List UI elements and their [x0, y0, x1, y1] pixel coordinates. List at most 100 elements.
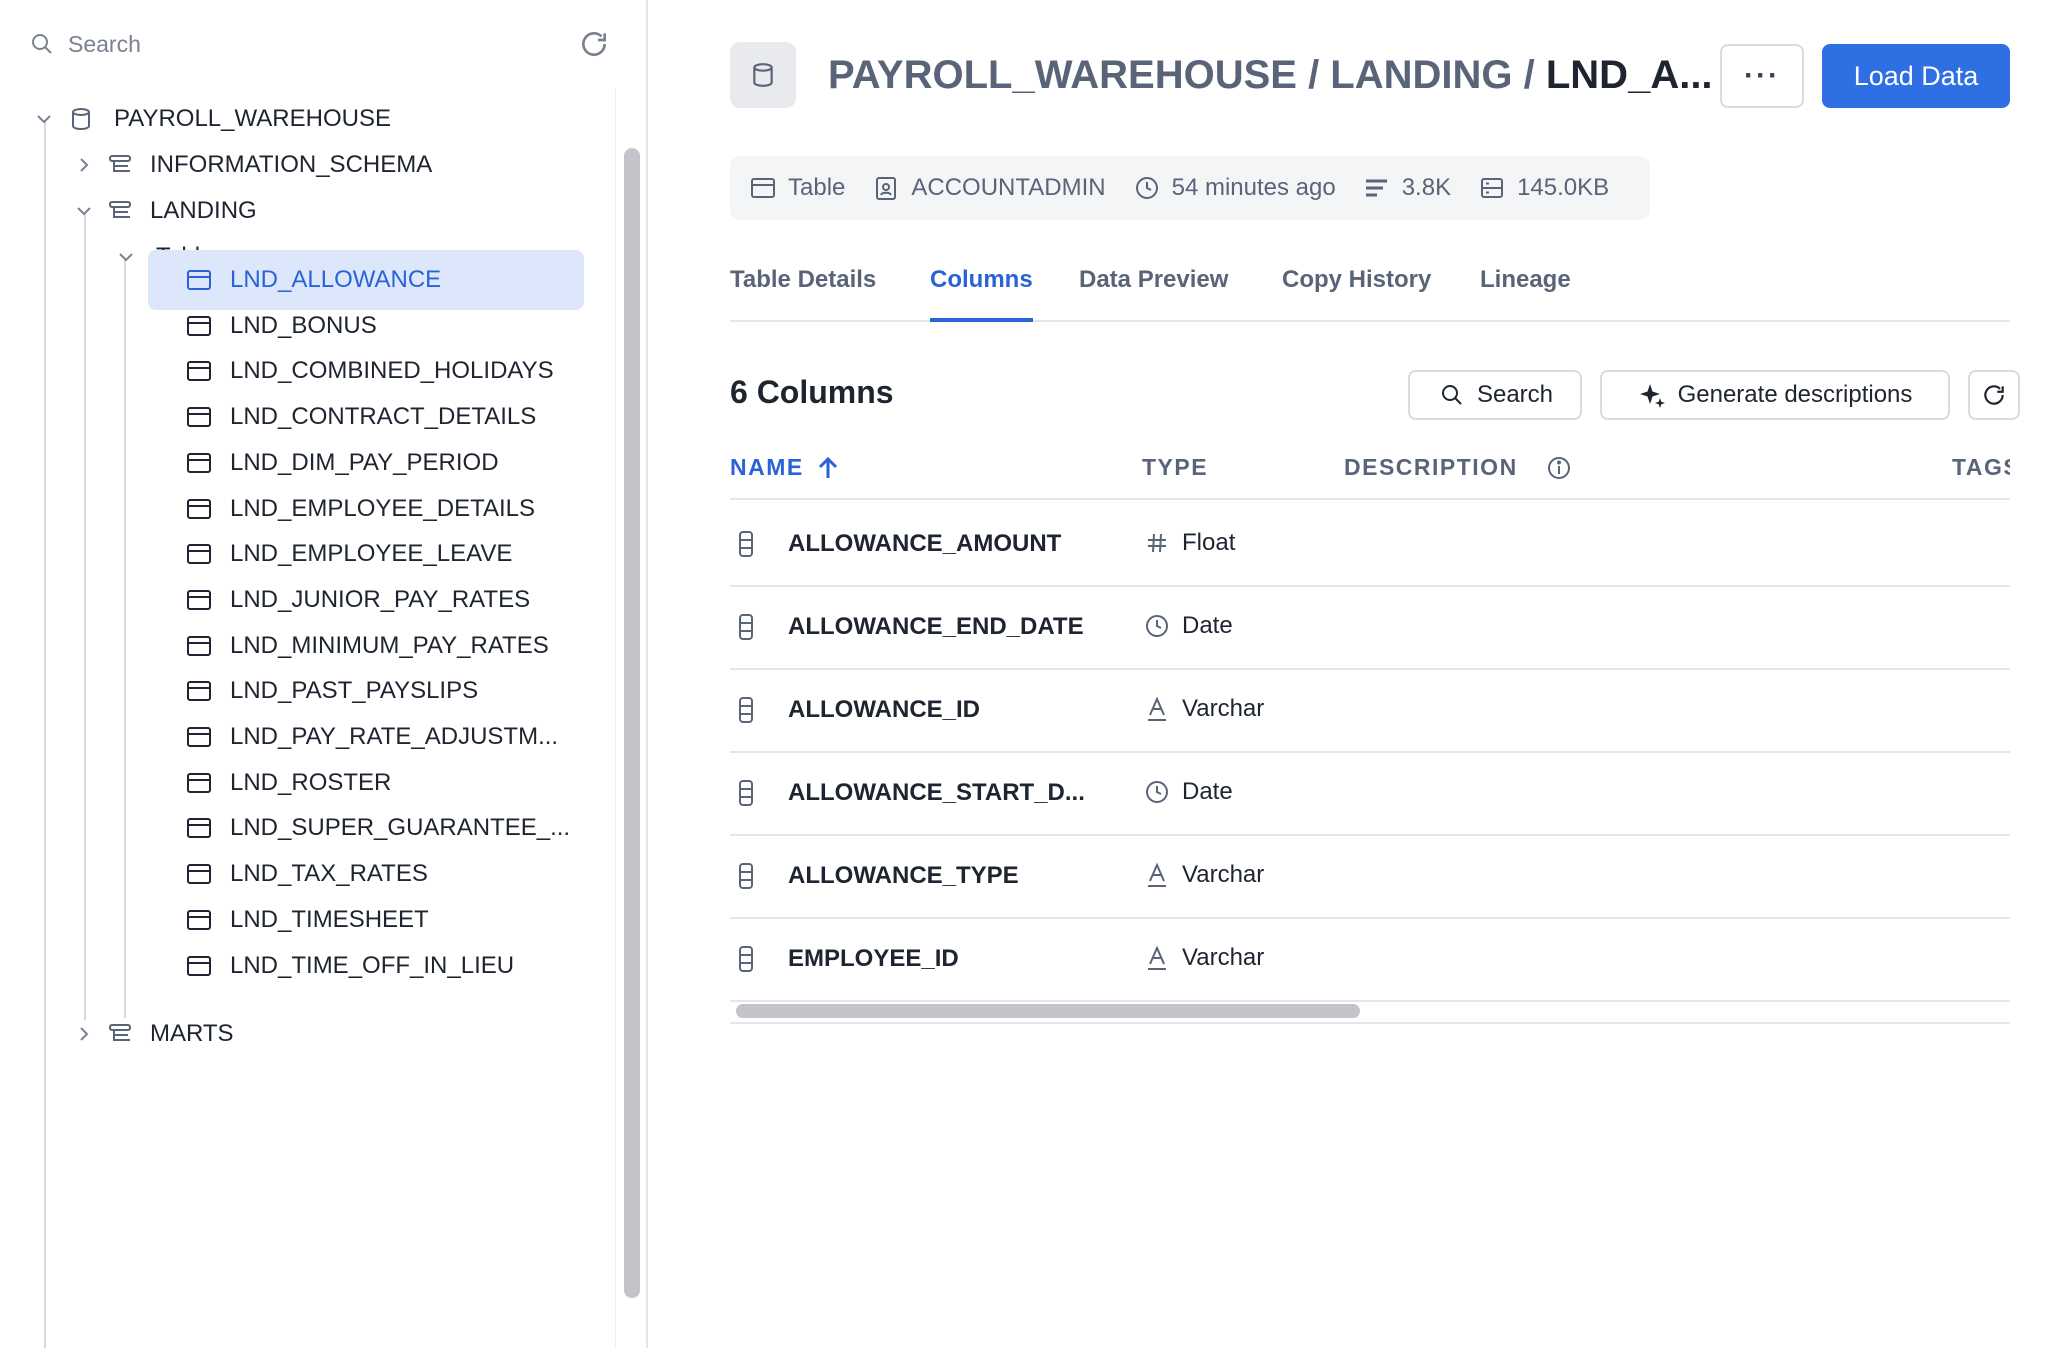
column-type-label: Date [1182, 612, 1233, 639]
sidebar-table-label: LND_ROSTER [230, 768, 392, 796]
info-icon[interactable] [1546, 455, 1572, 481]
table-icon [184, 905, 214, 935]
columns-count-heading: 6 Columns [730, 374, 894, 410]
text-a-icon [1142, 943, 1172, 973]
table-icon [184, 676, 214, 706]
column-icon [736, 945, 756, 978]
tree-schema-label: LANDING [150, 197, 257, 224]
chevron-down-icon[interactable] [70, 197, 98, 225]
chevron-right-icon[interactable] [70, 1020, 98, 1048]
table-icon [184, 631, 214, 661]
chevron-down-icon[interactable] [30, 105, 58, 133]
tab-lineage[interactable]: Lineage [1480, 266, 1571, 322]
sidebar-search-label: Search [68, 30, 141, 57]
sidebar-search[interactable]: Search [30, 22, 610, 66]
column-row[interactable]: EMPLOYEE_ID Varchar [730, 919, 2010, 1002]
columns-table-header: NAME TYPE DESCRIPTION TAGS [730, 440, 2010, 500]
column-row[interactable]: ALLOWANCE_TYPE Varchar [730, 836, 2010, 919]
columns-search-label: Search [1476, 381, 1554, 408]
column-type-label: Varchar [1182, 695, 1265, 722]
generate-descriptions-button[interactable]: Generate descriptions [1600, 370, 1950, 420]
column-type-label: Date [1182, 778, 1233, 805]
meta-owner-label: ACCOUNTADMIN [911, 174, 1106, 201]
meta-kind-label: Table [788, 174, 846, 201]
table-icon [184, 539, 214, 569]
clock-icon [1132, 173, 1162, 203]
column-type-label: Float [1182, 529, 1236, 556]
sidebar-table-label: LND_EMPLOYEE_DETAILS [230, 494, 536, 522]
columns-search-button[interactable]: Search [1408, 370, 1582, 420]
app-root: Search PAYROLL_WAREHOUSE INFORMATION_SCH… [0, 0, 2058, 1348]
column-icon [736, 779, 756, 812]
refresh-icon[interactable] [578, 28, 610, 60]
table-icon [184, 722, 214, 752]
load-data-button[interactable]: Load Data [1822, 44, 2010, 108]
tab-data-preview[interactable]: Data Preview [1079, 266, 1228, 322]
column-icon [736, 530, 756, 563]
tab-table-details[interactable]: Table Details [730, 266, 876, 322]
sidebar-scrollbar[interactable] [615, 88, 647, 1348]
tab-columns[interactable]: Columns [930, 266, 1033, 322]
tab-copy-history[interactable]: Copy History [1282, 266, 1431, 322]
breadcrumb-current: LND_A... [1545, 52, 1713, 97]
text-a-icon [1142, 694, 1172, 724]
column-type: Varchar [1142, 943, 1264, 973]
breadcrumb-path: PAYROLL_WAREHOUSE / LANDING / [828, 52, 1546, 97]
table-icon [184, 265, 214, 295]
columns-table-hscrollbar[interactable] [730, 1000, 2010, 1024]
column-header-description[interactable]: DESCRIPTION [1344, 454, 1572, 481]
column-row[interactable]: ALLOWANCE_START_D... Date [730, 753, 2010, 836]
clock-icon [1142, 611, 1172, 641]
object-tree: PAYROLL_WAREHOUSE INFORMATION_SCHEMA LAN… [0, 90, 615, 1348]
column-type-label: Varchar [1182, 861, 1265, 888]
columns-table-hscrollbar-thumb[interactable] [736, 1004, 1360, 1018]
column-icon [736, 696, 756, 729]
column-name: ALLOWANCE_ID [788, 696, 980, 723]
column-header-type[interactable]: TYPE [1142, 454, 1208, 481]
sort-ascending-icon[interactable] [818, 456, 838, 480]
schema-icon [106, 196, 136, 226]
sidebar-table-label: LND_JUNIOR_PAY_RATES [230, 585, 531, 613]
schema-icon [106, 1019, 136, 1049]
column-row[interactable]: ALLOWANCE_END_DATE Date [730, 587, 2010, 670]
sidebar-table-label: LND_MINIMUM_PAY_RATES [230, 631, 549, 659]
column-name: ALLOWANCE_START_D... [788, 779, 1085, 806]
chevron-down-icon[interactable] [112, 243, 140, 271]
column-row[interactable]: ALLOWANCE_ID Varchar [730, 670, 2010, 753]
tree-schema-label: MARTS [150, 1020, 234, 1047]
chevron-right-icon[interactable] [70, 151, 98, 179]
sidebar-table-label: LND_EMPLOYEE_LEAVE [230, 540, 513, 568]
tree-schema-marts[interactable]: MARTS [70, 1005, 234, 1063]
sidebar-scrollbar-thumb[interactable] [624, 148, 640, 1298]
sidebar-table-label: LND_TAX_RATES [230, 860, 428, 888]
table-icon [184, 311, 214, 341]
text-a-icon [1142, 860, 1172, 890]
sidebar-table-label: LND_ALLOWANCE [230, 266, 442, 293]
column-header-name-label: NAME [730, 454, 804, 480]
clock-icon [1142, 777, 1172, 807]
table-icon [184, 859, 214, 889]
column-type: Varchar [1142, 694, 1264, 724]
page-title: PAYROLL_WAREHOUSE / LANDING / LND_A... [828, 53, 1714, 98]
column-header-name[interactable]: NAME [730, 454, 838, 481]
database-icon [753, 63, 773, 87]
column-name: EMPLOYEE_ID [788, 945, 959, 972]
tree-schema-label: INFORMATION_SCHEMA [150, 151, 433, 178]
generate-descriptions-label: Generate descriptions [1677, 381, 1913, 408]
search-icon [1437, 380, 1467, 410]
meta-size-label: 145.0KB [1517, 174, 1610, 201]
meta-updated: 54 minutes ago [1132, 173, 1336, 203]
table-meta-bar: Table ACCOUNTADMIN 54 minutes ago 3.8K 1… [730, 156, 1650, 220]
column-type: Date [1142, 611, 1233, 641]
refresh-icon [1984, 385, 2004, 405]
column-row[interactable]: ALLOWANCE_AMOUNT Float [730, 504, 2010, 587]
column-header-tags[interactable]: TAGS [1952, 454, 2010, 481]
more-options-button[interactable]: ··· [1720, 44, 1804, 108]
meta-rows: 3.8K [1362, 173, 1451, 203]
columns-refresh-button[interactable] [1968, 370, 2020, 420]
owner-badge-icon [871, 173, 901, 203]
sidebar-table-item[interactable]: LND_TIME_OFF_IN_LIEU [148, 936, 584, 996]
column-header-description-label: DESCRIPTION [1344, 454, 1518, 480]
sidebar-table-label: LND_BONUS [230, 311, 377, 339]
table-type-badge [730, 42, 796, 108]
